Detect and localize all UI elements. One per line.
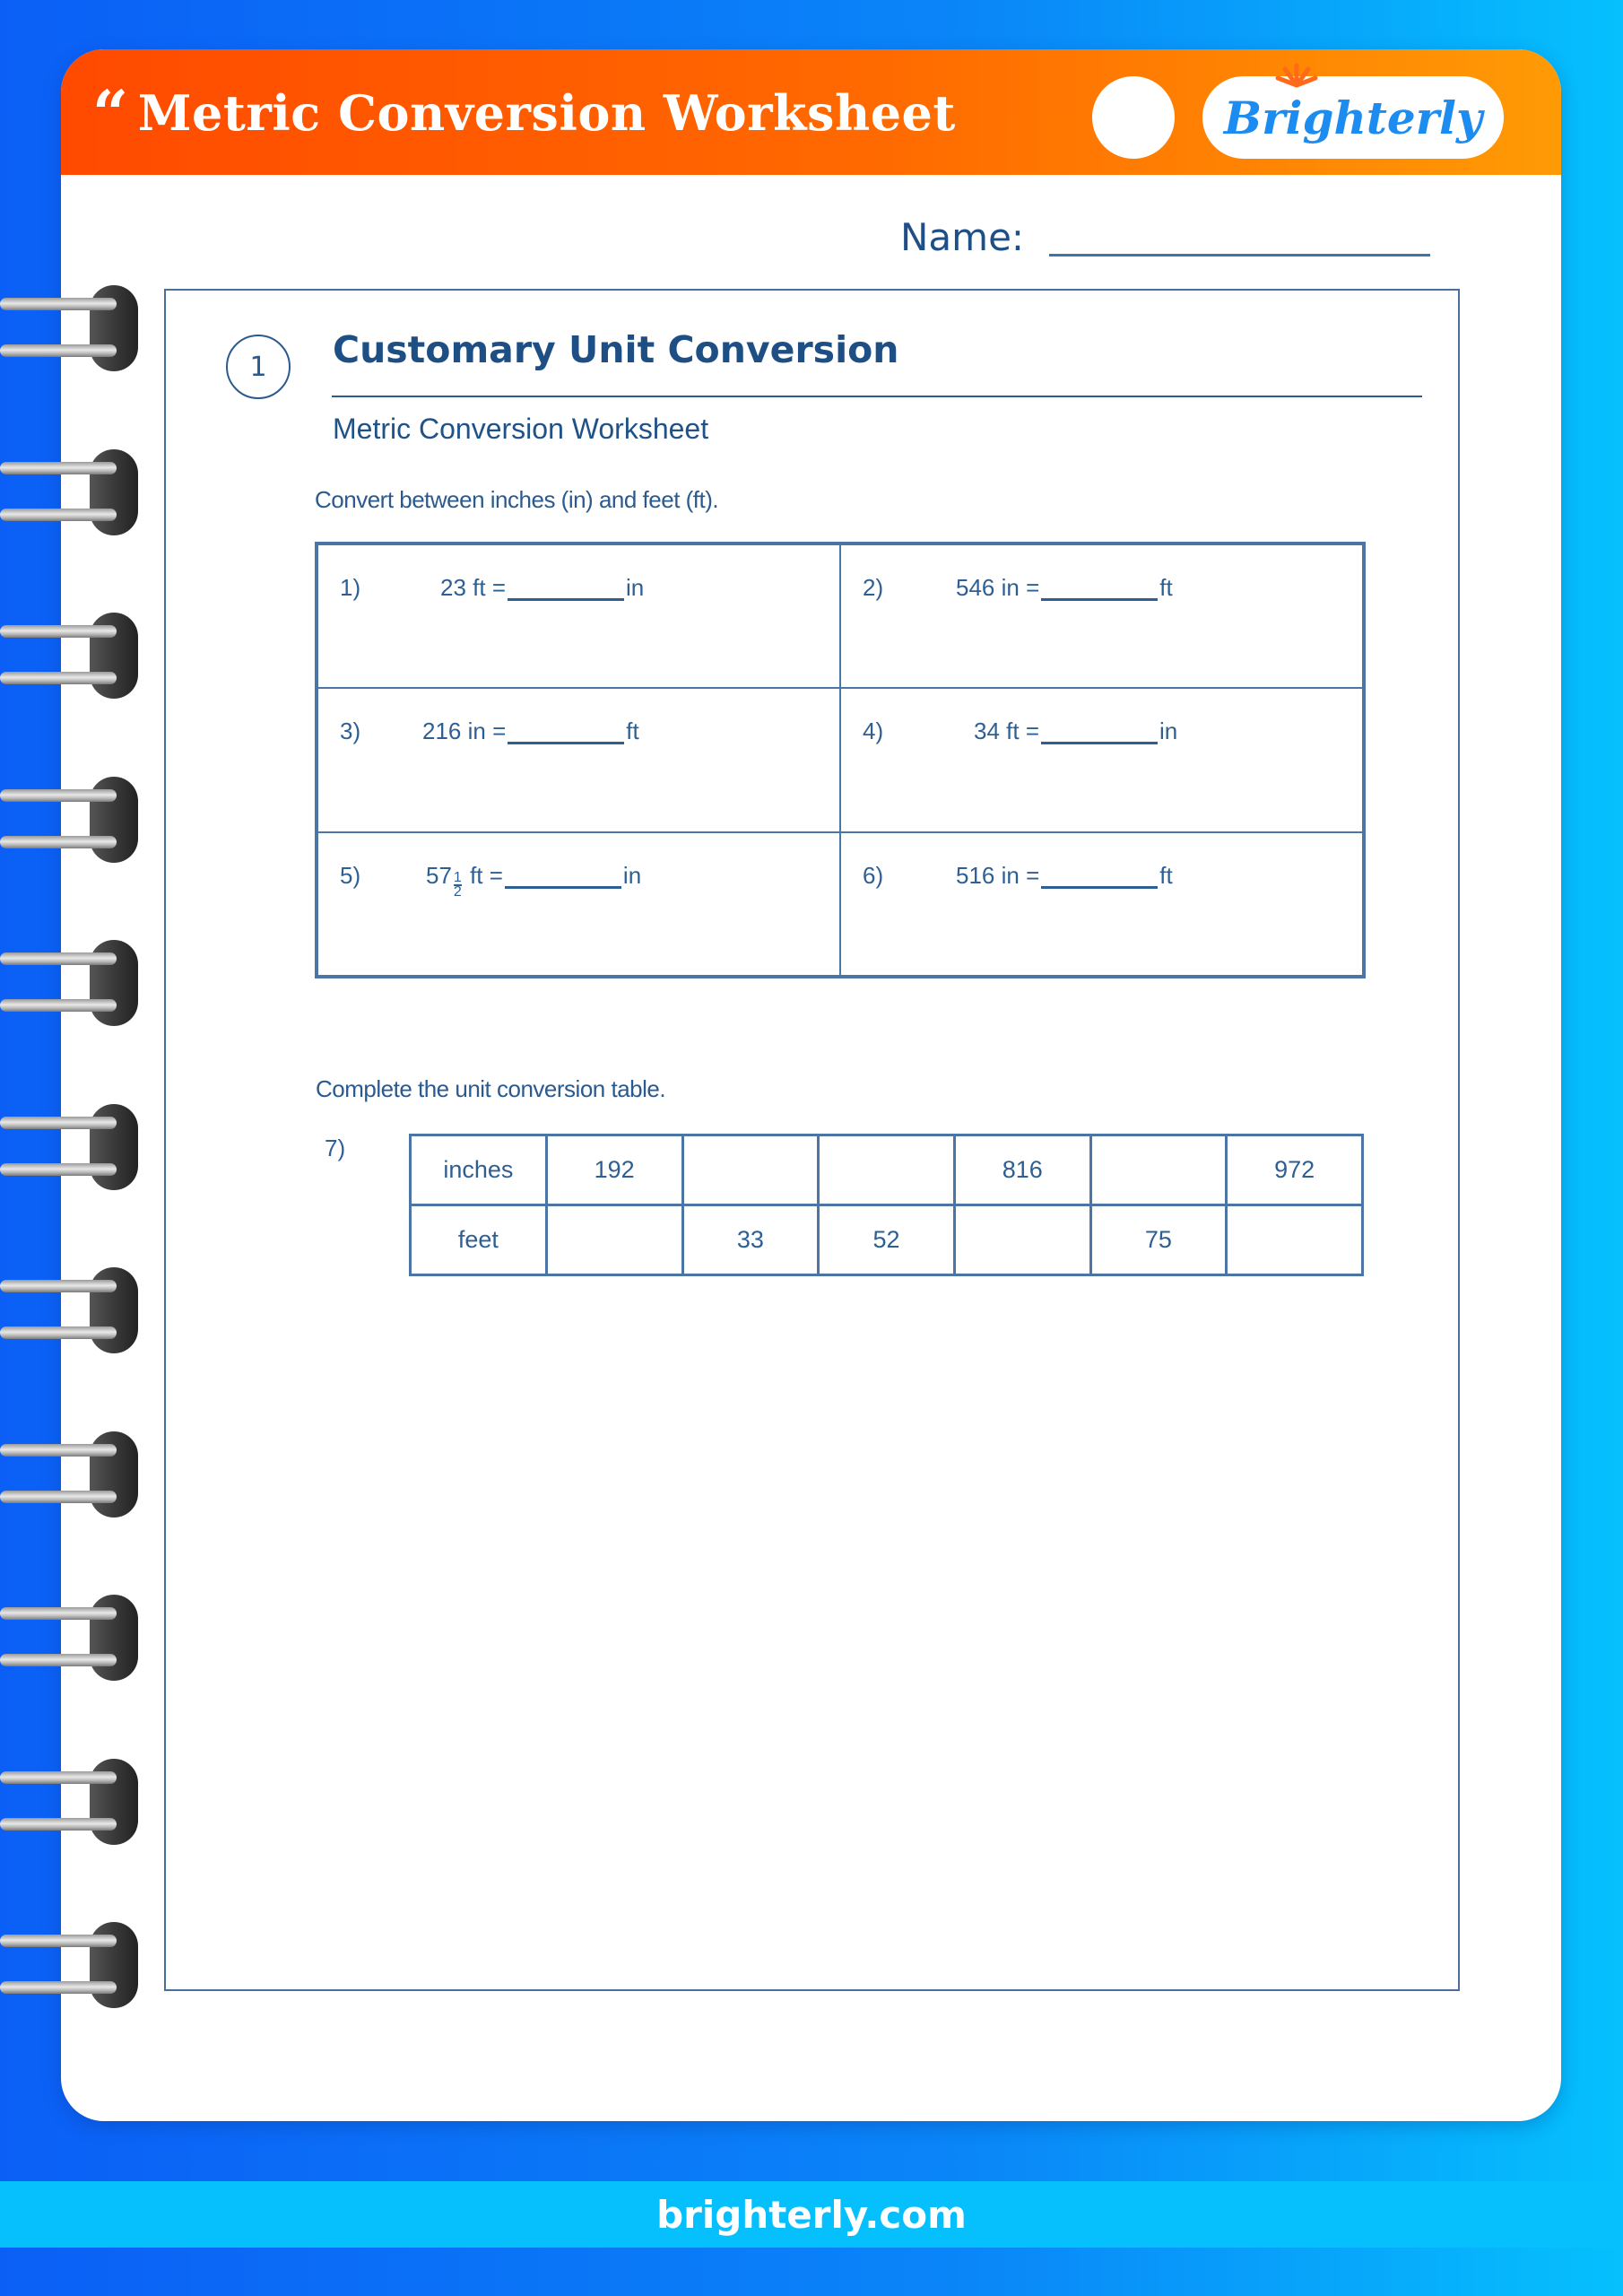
ring-wire (0, 952, 117, 965)
answer-blank[interactable] (508, 598, 624, 601)
problem-number: 2) (863, 574, 884, 601)
sun-icon (1275, 63, 1318, 88)
name-label: Name: (900, 215, 1025, 259)
problem-text: 546 in = ft (956, 574, 1173, 601)
answer-blank[interactable] (504, 885, 621, 889)
ring-wire (0, 344, 117, 357)
problem-number: 6) (863, 861, 884, 889)
instruction-table: Complete the unit conversion table. (316, 1075, 666, 1102)
table-cell[interactable]: 75 (1089, 1204, 1228, 1276)
answer-blank[interactable] (1041, 598, 1159, 601)
ring-wire (0, 672, 117, 684)
binding-ring (0, 1103, 139, 1194)
binding-ring (0, 1758, 139, 1848)
binding-ring (0, 1431, 139, 1521)
ring-wire (0, 1935, 117, 1947)
section-subtitle: Metric Conversion Worksheet (333, 413, 709, 445)
problem-cell: 2) 546 in = ft (840, 544, 1363, 689)
table-cell[interactable] (1225, 1204, 1364, 1276)
header-circle-decoration (1092, 76, 1175, 159)
table-row: feet 33 52 75 (409, 1204, 1364, 1276)
problem-cell: 4) 34 ft = in (840, 688, 1363, 832)
footer-url: brighterly.com (656, 2192, 967, 2237)
table-cell[interactable]: 52 (817, 1204, 956, 1276)
title-text: Metric Conversion Worksheet (137, 84, 956, 142)
section-title: Customary Unit Conversion (333, 328, 899, 371)
title-divider (332, 396, 1422, 397)
problem-cell: 1) 23 ft = in (317, 544, 840, 689)
binding-ring (0, 448, 139, 539)
problem-cell: 6) 516 in = ft (840, 831, 1363, 976)
ring-wire (0, 1490, 117, 1503)
ring-wire (0, 999, 117, 1012)
binding-ring (0, 776, 139, 866)
table-cell[interactable]: 192 (544, 1134, 684, 1206)
table-cell[interactable]: 972 (1225, 1134, 1364, 1206)
ring-wire (0, 1280, 117, 1292)
ring-wire (0, 788, 117, 802)
problem-number: 3) (340, 718, 361, 745)
problem-text: 57 1 2 ft = in (426, 861, 642, 900)
ring-wire (0, 1162, 117, 1176)
answer-blank[interactable] (508, 742, 625, 745)
conversion-table: inches 192 816 972 feet 33 52 75 (409, 1134, 1364, 1276)
problem-number: 1) (340, 574, 361, 601)
binding-ring (0, 1922, 139, 2012)
ring-wire (0, 461, 117, 474)
quote-icon: “ (92, 76, 129, 151)
ring-wire (0, 298, 117, 310)
ring-wire (0, 1116, 117, 1129)
footer-band: brighterly.com (0, 2181, 1623, 2248)
table-cell[interactable] (817, 1134, 956, 1206)
table-cell[interactable]: 33 (681, 1204, 820, 1276)
ring-wire (0, 1770, 117, 1784)
problem-number: 4) (863, 718, 884, 745)
problem-cell: 5) 57 1 2 ft = in (317, 831, 840, 976)
answer-blank[interactable] (1041, 885, 1159, 889)
ring-wire (0, 508, 117, 521)
instruction-convert: Convert between inches (in) and feet (ft… (315, 486, 719, 513)
problem-number: 5) (340, 861, 361, 889)
fraction: 12 (453, 869, 462, 900)
problem-number: 7) (325, 1135, 346, 1161)
section-number: 1 (249, 351, 267, 383)
problem-text: 34 ft = in (974, 718, 1178, 745)
binding-ring (0, 285, 139, 375)
ring-wire (0, 835, 117, 848)
section-number-badge: 1 (226, 335, 291, 399)
table-cell[interactable] (544, 1204, 684, 1276)
ring-wire (0, 1326, 117, 1339)
ring-wire (0, 625, 117, 638)
table-cell[interactable] (1089, 1134, 1228, 1206)
table-cell[interactable] (681, 1134, 820, 1206)
binding-ring (0, 613, 139, 702)
ring-wire (0, 1607, 117, 1620)
worksheet-title: “Metric Conversion Worksheet (92, 76, 956, 151)
row-label: inches (409, 1134, 548, 1206)
table-cell[interactable]: 816 (952, 1134, 1092, 1206)
ring-wire (0, 1981, 117, 1994)
problem-cell: 3) 216 in = ft (317, 688, 840, 832)
problem-grid: 1) 23 ft = in 2) 546 in = ft 3) 216 in = ft… (315, 542, 1366, 978)
row-label: feet (409, 1204, 548, 1276)
problem-text: 23 ft = in (440, 574, 645, 601)
logo-text: Brighterly (1223, 91, 1483, 144)
binding-ring (0, 1267, 139, 1357)
answer-blank[interactable] (1041, 742, 1158, 745)
header-bar: “Metric Conversion Worksheet Brighterly (61, 49, 1561, 175)
ring-wire (0, 1443, 117, 1457)
brighterly-logo: Brighterly (1202, 63, 1504, 159)
binding-ring (0, 940, 139, 1030)
problem-text: 216 in = ft (422, 718, 639, 745)
ring-wire (0, 1817, 117, 1831)
problem-text: 516 in = ft (956, 861, 1173, 889)
table-row: inches 192 816 972 (409, 1134, 1364, 1206)
binding-ring (0, 1595, 139, 1684)
table-cell[interactable] (952, 1204, 1092, 1276)
ring-wire (0, 1654, 117, 1666)
name-input-line[interactable] (1049, 254, 1430, 257)
